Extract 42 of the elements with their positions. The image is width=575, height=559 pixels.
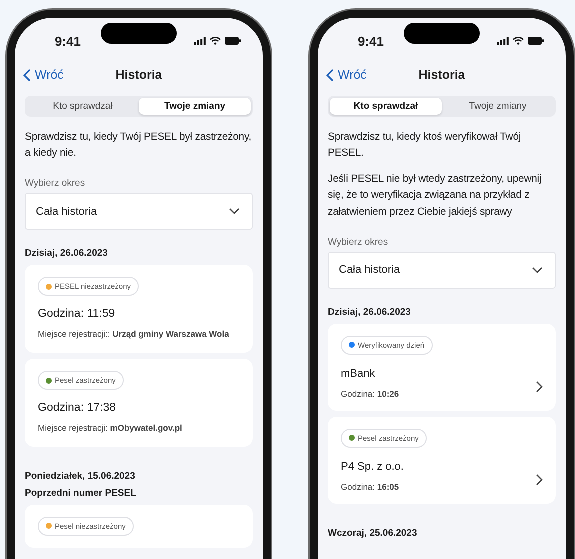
intro-text: Sprawdzisz tu, kiedy ktoś weryfikował Twój PESEL. [328, 131, 522, 162]
chevron-left-icon [23, 68, 31, 82]
screen-title: Historia [418, 68, 466, 82]
back-button[interactable]: Wróć [324, 66, 369, 84]
place-text: Miejsce rejestracji:: Urząd gminy Warszawa Wola [38, 328, 230, 341]
period-dropdown[interactable]: Cała historia [25, 193, 253, 230]
tab[interactable]: Kto sprawdzał [27, 98, 139, 115]
field-label: Wybierz okres [328, 236, 390, 248]
date-heading: Dzisiaj, 26.06.2023 [25, 248, 109, 260]
tab[interactable]: Twoje zmiany [139, 98, 251, 115]
status-time: 9:41 [358, 34, 384, 48]
date-heading: Dzisiaj, 26.06.2023 [328, 306, 412, 318]
back-button[interactable]: Wróć [21, 66, 66, 84]
chevron-right-icon [536, 380, 543, 393]
signal-icon [497, 37, 509, 45]
chevron-left-icon [326, 68, 334, 82]
period-dropdown[interactable]: Cała historia [328, 252, 556, 289]
chevron-down-icon [532, 266, 543, 274]
battery-icon [528, 37, 544, 45]
tab[interactable]: Twoje zmiany [442, 98, 554, 115]
date-heading: Wczoraj, 25.06.2023 [328, 528, 418, 539]
section-subheading: Poprzedni numer PESEL [25, 488, 138, 499]
wifi-icon [210, 37, 221, 45]
intro-text: Sprawdzisz tu, kiedy Twój PESEL był zastrzeżony, a kiedy nie. [25, 131, 253, 162]
intro-text: Jeśli PESEL nie był wtedy zastrzeżony, upewnij się, że to weryfikacja związana na przykład z załatwieniem przez Ciebie jakiejś sprawy [328, 173, 543, 220]
screen-title: Historia [116, 68, 162, 82]
tab[interactable]: Kto sprawdzał [330, 98, 442, 115]
status-time: 9:41 [55, 34, 82, 48]
place-text: Miejsce rejestracji: mObywatel.gov.pl [38, 422, 182, 435]
chevron-right-icon [536, 474, 543, 486]
wifi-icon [513, 37, 524, 45]
date-heading: Poniedziałek, 15.06.2023 [25, 470, 136, 482]
institution-name: mBank [341, 368, 376, 380]
institution-name: P4 Sp. z o.o. [341, 460, 404, 473]
time-text: Godzina: 10:26 [341, 388, 400, 399]
time-text: Godzina: 17:38 [38, 402, 116, 414]
chevron-down-icon [229, 208, 240, 216]
time-text: Godzina: 16:05 [341, 482, 400, 492]
time-text: Godzina: 11:59 [38, 308, 116, 320]
signal-icon [194, 37, 206, 45]
battery-icon [225, 37, 241, 45]
field-label: Wybierz okres [25, 178, 86, 190]
